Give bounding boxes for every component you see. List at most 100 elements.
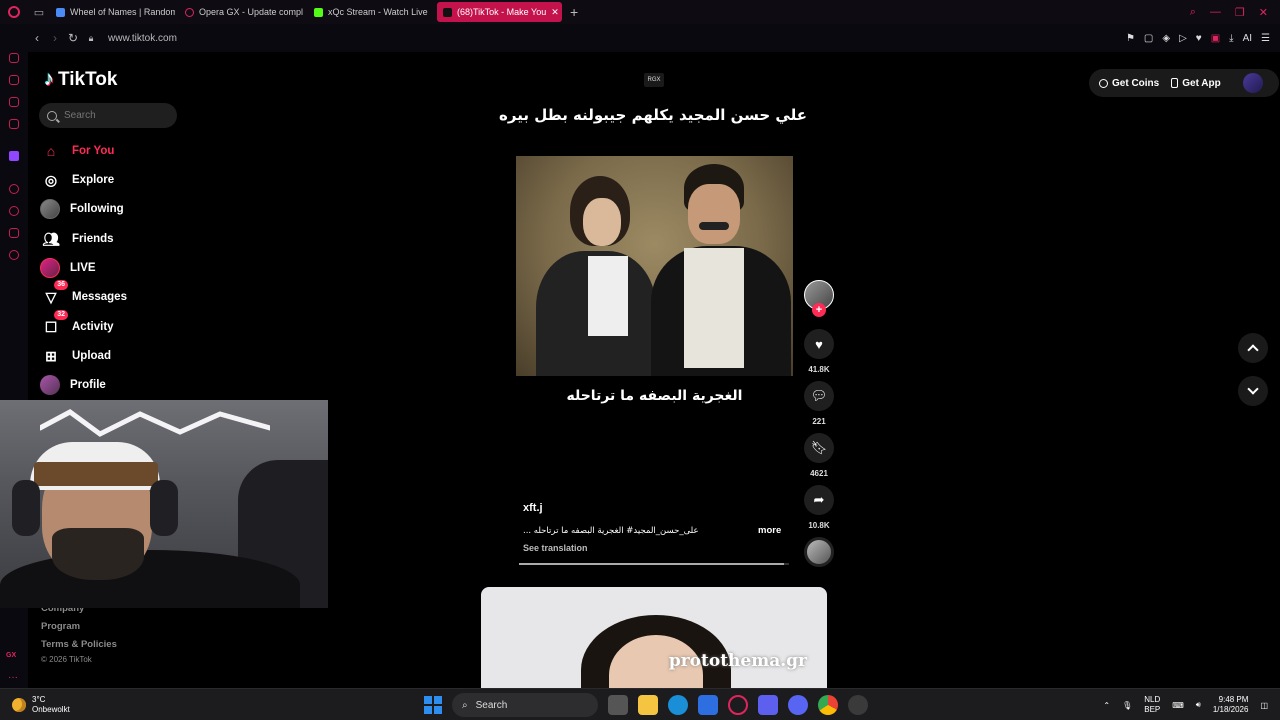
video-author[interactable]: xft.j [523, 502, 543, 514]
streamer-beard [52, 528, 144, 580]
extensions-icon[interactable] [9, 228, 19, 238]
forward-icon[interactable]: › [46, 31, 64, 45]
settings-gear-icon[interactable] [9, 250, 19, 260]
wallet-icon[interactable]: ▣ [1211, 33, 1220, 44]
comment-button[interactable]: 💬︎ [804, 381, 834, 411]
get-coins-button[interactable]: Get Coins [1099, 78, 1159, 89]
account-avatar[interactable] [1242, 73, 1263, 93]
taskbar-search[interactable]: ⌕ Search [452, 693, 598, 717]
messenger-icon[interactable] [9, 119, 19, 129]
url-field[interactable]: www.tiktok.com [108, 33, 177, 44]
more-dots-icon[interactable]: ··· [8, 672, 18, 683]
store-icon[interactable] [698, 695, 718, 715]
windows-start-icon[interactable] [424, 696, 442, 714]
close-tab-icon[interactable]: ✕ [551, 7, 559, 18]
maximize-icon[interactable]: ❐ [1235, 6, 1245, 19]
steam-icon[interactable] [848, 695, 868, 715]
tab-opera-gx[interactable]: Opera GX - Update compl [179, 2, 304, 22]
video-person-face [583, 198, 621, 246]
tab-xqc-stream[interactable]: xQc Stream - Watch Live [308, 2, 433, 22]
nav-activity[interactable]: ☐ 32 Activity [40, 310, 114, 339]
activity-icon: ☐ 32 [40, 310, 68, 337]
chevron-up-icon[interactable]: ⌃ [1103, 701, 1110, 710]
windows-taskbar: 3°C Onbewolkt ⌕ Search ⌃ 🎙︎ NLD BEP ⌨︎ 🔊… [0, 688, 1280, 720]
gx-control-icon[interactable] [9, 53, 19, 63]
nav-label: Explore [72, 174, 115, 186]
language-indicator[interactable]: NLD BEP [1144, 695, 1160, 715]
nav-live[interactable]: LIVE [40, 256, 96, 280]
aria-ai-button[interactable]: AI [1243, 33, 1252, 44]
video-person-moustache [699, 222, 729, 230]
video-progress-bar[interactable] [519, 563, 789, 565]
weather-widget[interactable]: 3°C Onbewolkt [12, 695, 70, 715]
bookmark-page-icon[interactable]: ⚑ [1126, 33, 1135, 44]
discover-icon[interactable] [9, 184, 19, 194]
nav-explore[interactable]: ◎ Explore [40, 168, 114, 192]
opera-gx-icon[interactable] [728, 695, 748, 715]
like-button[interactable]: ♥ [804, 329, 834, 359]
twitch-icon[interactable] [9, 151, 19, 161]
nav-upload[interactable]: ⊞ Upload [40, 344, 111, 368]
task-view-icon[interactable] [608, 695, 628, 715]
video-player[interactable] [516, 156, 793, 376]
footer-terms-link[interactable]: Terms & Policies [41, 639, 117, 650]
next-video-button[interactable] [1238, 376, 1268, 406]
tiktok-logo[interactable]: ♪ TikTok [44, 68, 117, 91]
search-input[interactable] [64, 110, 164, 121]
tiktok-search[interactable] [39, 103, 177, 128]
workspaces-icon[interactable]: ▭ [28, 6, 50, 19]
weather-desc: Onbewolkt [32, 705, 70, 714]
back-icon[interactable]: ‹ [28, 31, 46, 45]
nav-for-you[interactable]: ⌂ For You [40, 139, 115, 163]
chrome-icon[interactable] [818, 695, 838, 715]
app-icon[interactable] [758, 695, 778, 715]
gx-logo-icon: GX [6, 652, 17, 659]
snapshot-icon[interactable]: ▢ [1144, 33, 1153, 44]
tiktok-wordmark: TikTok [58, 68, 118, 90]
file-explorer-icon[interactable] [638, 695, 658, 715]
nav-messages[interactable]: ▽ 36 Messages [40, 280, 127, 309]
minimize-icon[interactable]: — [1210, 6, 1221, 19]
tiktok-favicon [443, 7, 452, 17]
player-icon[interactable] [9, 97, 19, 107]
chevron-down-icon [1247, 383, 1259, 395]
tab-wheel-of-names[interactable]: Wheel of Names | Random [50, 2, 175, 22]
discord-icon[interactable] [788, 695, 808, 715]
play-icon[interactable]: ▷ [1179, 33, 1187, 44]
follow-plus-icon[interactable]: + [812, 303, 826, 317]
vpn-icon[interactable]: ◈ [1162, 33, 1170, 44]
see-translation-link[interactable]: See translation [523, 543, 588, 553]
edge-icon[interactable] [668, 695, 688, 715]
nav-friends[interactable]: 👥︎ Friends [40, 227, 113, 251]
save-button[interactable]: 🔖︎ [804, 433, 834, 463]
gx-corner-icon[interactable] [9, 75, 19, 85]
messages-icon: ▽ 36 [40, 280, 68, 307]
network-icon[interactable]: ⌨︎ [1172, 701, 1184, 710]
next-video-preview[interactable]: protothema.gr [481, 587, 827, 688]
nav-profile[interactable]: Profile [40, 373, 106, 397]
microphone-icon[interactable]: 🎙︎ [1122, 701, 1132, 710]
reload-icon[interactable]: ↻ [64, 31, 82, 45]
new-tab-button[interactable]: + [570, 4, 578, 20]
search-tabs-icon[interactable]: ⌕ [1190, 6, 1196, 19]
history-icon[interactable] [9, 206, 19, 216]
clock[interactable]: 9:48 PM 1/18/2026 [1213, 695, 1249, 715]
download-icon[interactable]: ⤓ [1229, 33, 1233, 44]
opera-menu-icon[interactable] [0, 0, 28, 24]
previous-video-button[interactable] [1238, 333, 1268, 363]
music-disc-icon[interactable] [804, 537, 834, 567]
footer-program-link[interactable]: Program [41, 621, 80, 632]
heart-icon[interactable]: ♥ [1196, 33, 1202, 44]
share-button[interactable]: ➦ [804, 485, 834, 515]
notifications-icon[interactable]: ◫ [1260, 701, 1268, 710]
nav-label: Messages [72, 291, 127, 303]
close-window-icon[interactable]: ✕ [1259, 6, 1268, 19]
get-app-button[interactable]: Get App [1171, 78, 1221, 89]
more-button[interactable]: more [758, 525, 781, 536]
volume-icon[interactable]: 🔊︎ [1196, 700, 1201, 710]
moon-cloud-icon [12, 698, 26, 712]
video-title-overlay: علي حسن المجيد يكلهم جيبولنه بطل بيره [499, 106, 807, 124]
easy-setup-icon[interactable]: ☰ [1261, 33, 1270, 44]
tab-tiktok[interactable]: (68)TikTok - Make You ✕ [437, 2, 562, 22]
nav-following[interactable]: Following [40, 197, 124, 221]
